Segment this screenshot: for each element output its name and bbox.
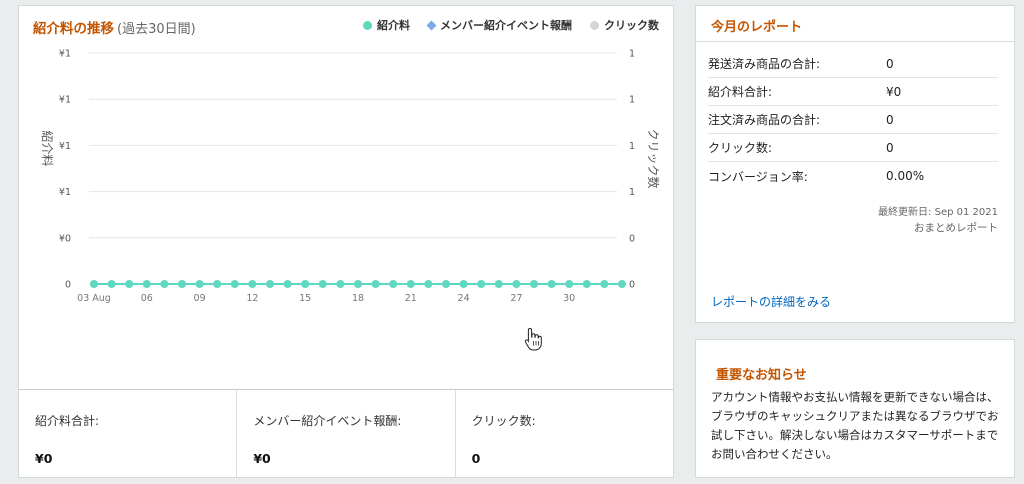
data-point [582,280,591,288]
y-left-axis-label: 紹介料 [40,130,54,166]
stat-label: 紹介料合計: [35,414,100,428]
report-value: ¥0 [886,84,902,99]
report-row: クリック数: 0 [708,134,998,162]
stat-value: ¥0 [253,451,271,466]
x-tick-label: 03 Aug [77,293,111,304]
data-point [178,280,186,288]
data-point [160,280,169,288]
x-tick-label: 21 [405,293,417,304]
data-point [125,280,134,288]
stat-label: クリック数: [471,414,536,428]
data-point [283,280,292,288]
data-point [142,280,151,288]
report-table: 発送済み商品の合計: 0 紹介料合計: ¥0 注文済み商品の合計: 0 クリック… [708,50,998,190]
data-point [530,280,538,288]
report-value: 0 [886,112,894,127]
earnings-chart-panel: 紹介料の推移 (過去30日間) 紹介料 メンバー紹介イベント報酬 クリック数 ¥1… [18,5,674,478]
report-title: 今月のレポート [696,6,1014,42]
last-updated: 最終更新日: Sep 01 2021 [878,207,998,218]
y-left-tick-label: 0 [65,280,71,291]
report-value: 0.00% [886,169,925,183]
stat-value: 0 [471,451,481,466]
report-row: 紹介料合計: ¥0 [708,78,998,106]
x-tick-label: 24 [458,293,470,304]
report-key: 紹介料合計: [708,85,773,99]
x-tick-label: 15 [299,293,311,304]
y-right-tick-label: 1 [629,187,635,198]
data-point [107,280,116,288]
data-point [494,280,503,288]
notice-text: アカウント情報やお支払い情報を更新できない場合は、ブラウザのキャッシュクリアまた… [711,390,999,461]
y-right-tick-label: 1 [629,141,635,152]
data-point [600,280,609,288]
report-value: 0 [886,140,894,155]
data-point [406,280,415,288]
data-point [90,280,98,288]
y-left-tick-label: ¥0 [59,233,71,244]
report-row: コンバージョン率: 0.00% [708,162,998,190]
data-point [618,280,626,288]
x-tick-label: 06 [141,293,153,304]
report-key: 発送済み商品の合計: [708,57,821,71]
data-point [565,280,574,288]
y-right-tick-label: 0 [629,280,635,291]
data-point [195,280,204,288]
data-point [230,280,239,288]
y-left-tick-label: ¥1 [59,141,71,152]
stat-clicks: クリック数: 0 [456,390,673,477]
data-point [389,280,398,288]
data-point [318,280,327,288]
data-point [354,280,362,288]
y-right-tick-label: 0 [629,233,635,244]
monthly-report-panel: 今月のレポート 発送済み商品の合計: 0 紹介料合計: ¥0 注文済み商品の合計… [695,5,1015,323]
report-row: 発送済み商品の合計: 0 [708,50,998,78]
data-point [336,280,345,288]
x-tick-label: 30 [563,293,575,304]
y-left-tick-label: ¥1 [59,95,71,106]
data-point [547,280,556,288]
stat-label: メンバー紹介イベント報酬: [253,414,402,428]
y-left-tick-label: ¥1 [59,187,71,198]
data-point [266,280,274,288]
data-point [442,280,450,288]
important-notice-panel: 重要なお知らせ アカウント情報やお支払い情報を更新できない場合は、ブラウザのキャ… [695,339,1015,478]
y-left-tick-label: ¥1 [59,49,71,60]
hand-cursor-icon [524,327,542,351]
report-key: コンバージョン率: [708,169,808,184]
data-point [477,280,486,288]
report-value: 0 [886,56,894,71]
data-point [213,280,222,288]
x-tick-label: 18 [352,293,364,304]
data-point [512,280,521,288]
data-point [371,280,380,288]
data-point [301,280,310,288]
stat-member-event: メンバー紹介イベント報酬: ¥0 [237,390,456,477]
x-tick-label: 12 [246,293,258,304]
y-right-tick-label: 1 [629,49,635,60]
data-point [248,280,257,288]
report-row: 注文済み商品の合計: 0 [708,106,998,134]
notice-title: 重要なお知らせ [716,368,807,383]
report-key: 注文済み商品の合計: [708,113,821,127]
earnings-chart: ¥1 1 ¥1 1 ¥1 1 ¥1 1 ¥0 0 0 0 紹介料 クリック数 03 Aug 06 09 12 15 1… [40,49,661,305]
summary-report-label: おまとめレポート [914,222,998,234]
x-tick-label: 27 [510,293,522,304]
stats-summary: 紹介料合計: ¥0 メンバー紹介イベント報酬: ¥0 クリック数: 0 [19,390,673,477]
report-details-link[interactable]: レポートの詳細をみる [711,293,831,310]
data-point [424,280,433,288]
stat-fee-total: 紹介料合計: ¥0 [19,390,238,477]
x-tick-label: 09 [194,293,206,304]
report-key: クリック数: [708,141,773,155]
stat-value: ¥0 [35,451,53,466]
y-right-axis-label: クリック数 [646,128,661,188]
data-point [459,280,468,288]
y-right-tick-label: 1 [629,95,635,106]
